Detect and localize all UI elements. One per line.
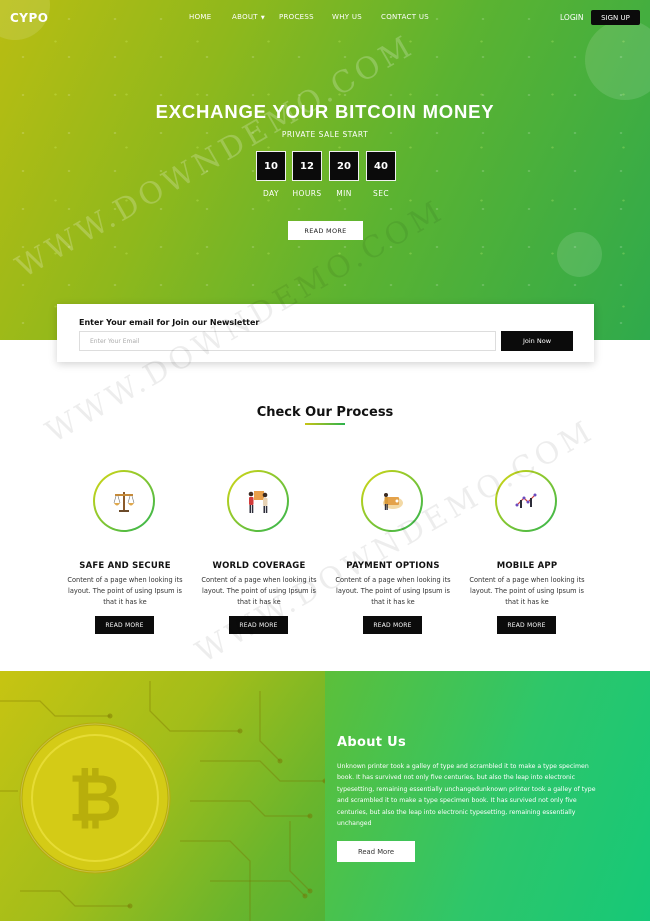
logo[interactable]: CYPO bbox=[10, 11, 49, 25]
feature-payment-options: PAYMENT OPTIONS Content of a page when l… bbox=[333, 466, 453, 636]
login-link[interactable]: LOGIN bbox=[560, 13, 583, 22]
mobile-icon bbox=[515, 493, 537, 508]
nav-process[interactable]: PROCESS bbox=[279, 13, 314, 21]
payment-icon bbox=[383, 493, 403, 510]
about-read-more-button[interactable]: Read More bbox=[337, 841, 415, 862]
hero-section: CYPO HOME ABOUT ▼ PROCESS WHY US CONTACT … bbox=[0, 0, 650, 340]
top-navbar: CYPO HOME ABOUT ▼ PROCESS WHY US CONTACT … bbox=[0, 0, 650, 36]
chevron-down-icon: ▼ bbox=[260, 15, 266, 21]
process-section-title: Check Our Process bbox=[256, 405, 394, 420]
countdown-hours-value: 12 bbox=[292, 151, 322, 181]
feature-read-more-button[interactable]: READ MORE bbox=[363, 616, 422, 634]
hero-read-more-button[interactable]: READ MORE bbox=[288, 221, 363, 240]
scales-icon bbox=[113, 492, 135, 512]
countdown-seconds-label: SEC bbox=[373, 189, 389, 198]
countdown-minutes-value: 20 bbox=[329, 151, 359, 181]
feature-icon-ring bbox=[227, 470, 289, 532]
feature-title: SAFE AND SECURE bbox=[79, 561, 171, 571]
circuit-board-illustration: ₿ bbox=[0, 681, 325, 921]
bitcoin-circuit-image: ₿ bbox=[0, 671, 325, 921]
feature-icon-ring bbox=[495, 470, 557, 532]
join-now-button[interactable]: Join Now bbox=[501, 331, 573, 351]
nav-about-label: ABOUT bbox=[232, 13, 258, 21]
feature-description: Content of a page when looking its layou… bbox=[469, 576, 585, 607]
countdown-days-value: 10 bbox=[256, 151, 286, 181]
feature-read-more-button[interactable]: READ MORE bbox=[95, 616, 154, 634]
feature-description: Content of a page when looking its layou… bbox=[201, 576, 317, 607]
svg-text:₿: ₿ bbox=[68, 760, 122, 837]
about-description: Unknown printer took a galley of type an… bbox=[337, 763, 596, 828]
feature-icon-ring bbox=[361, 470, 423, 532]
people-icon bbox=[248, 491, 268, 513]
nav-contact-us[interactable]: CONTACT US bbox=[381, 13, 429, 21]
nav-why-us[interactable]: WHY US bbox=[332, 13, 362, 21]
about-title: About Us bbox=[337, 735, 406, 750]
feature-description: Content of a page when looking its layou… bbox=[67, 576, 183, 607]
countdown-seconds-value: 40 bbox=[366, 151, 396, 181]
feature-read-more-button[interactable]: READ MORE bbox=[229, 616, 288, 634]
hero-title: EXCHANGE YOUR BITCOIN MONEY bbox=[155, 101, 495, 122]
hero-subtitle: PRIVATE SALE START bbox=[281, 130, 369, 139]
feature-read-more-button[interactable]: READ MORE bbox=[497, 616, 556, 634]
feature-icon-ring bbox=[93, 470, 155, 532]
newsletter-email-input[interactable] bbox=[79, 331, 496, 351]
hero-circuit-pattern bbox=[0, 0, 650, 340]
newsletter-card: Enter Your email for Join our Newsletter… bbox=[57, 304, 594, 362]
sign-up-button[interactable]: SIGN UP bbox=[591, 10, 640, 25]
feature-description: Content of a page when looking its layou… bbox=[335, 576, 451, 607]
feature-title: WORLD COVERAGE bbox=[212, 561, 306, 571]
feature-title: PAYMENT OPTIONS bbox=[346, 561, 440, 571]
feature-title: MOBILE APP bbox=[496, 561, 558, 571]
feature-mobile-app: MOBILE APP Content of a page when lookin… bbox=[467, 466, 587, 636]
nav-home[interactable]: HOME bbox=[189, 13, 211, 21]
nav-about[interactable]: ABOUT ▼ bbox=[232, 13, 265, 21]
hero-decor-circle bbox=[557, 232, 602, 277]
about-us-panel: About Us Unknown printer took a galley o… bbox=[325, 671, 650, 921]
feature-safe-and-secure: SAFE AND SECURE Content of a page when l… bbox=[65, 466, 185, 636]
newsletter-title: Enter Your email for Join our Newsletter bbox=[79, 318, 260, 327]
feature-world-coverage: WORLD COVERAGE Content of a page when lo… bbox=[199, 466, 319, 636]
title-underline bbox=[305, 423, 345, 425]
